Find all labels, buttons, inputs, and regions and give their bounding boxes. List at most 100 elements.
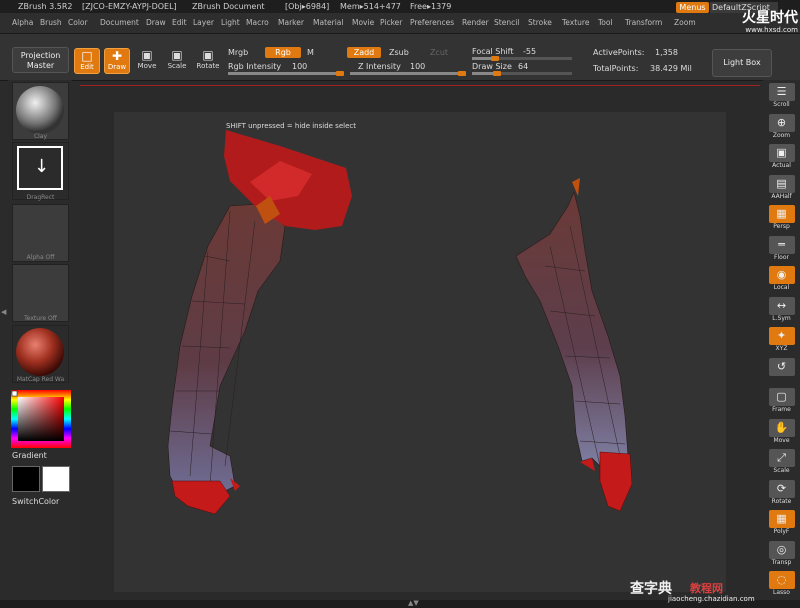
menu-light[interactable]: Light [221, 13, 240, 33]
frame-button[interactable]: ▢ Frame [766, 387, 797, 415]
aahalf-icon: ▤ [768, 174, 795, 193]
z-intensity-slider[interactable] [350, 71, 466, 76]
menu-render[interactable]: Render [462, 13, 489, 33]
menu-stroke[interactable]: Stroke [528, 13, 552, 33]
scroll-icon: ☰ [768, 83, 795, 101]
move-button[interactable]: ✋ Move [766, 418, 797, 446]
material-tile[interactable] [12, 82, 69, 140]
free-mem: Free▸1379 [410, 2, 452, 11]
rgb-intensity-value: 100 [292, 62, 308, 71]
draw-button[interactable]: ✚ Draw [104, 48, 130, 74]
document-name: ZBrush Document [192, 2, 265, 11]
menu-stencil[interactable]: Stencil [494, 13, 519, 33]
menu-document[interactable]: Document [100, 13, 139, 33]
menu-brush[interactable]: Brush [40, 13, 62, 33]
draw-size-slider[interactable] [472, 71, 572, 76]
menu-edit[interactable]: Edit [172, 13, 187, 33]
draw-size-knob[interactable] [493, 71, 501, 76]
persp-button[interactable]: ▦ Persp [766, 204, 797, 232]
gradient-label[interactable]: Gradient [12, 451, 47, 460]
stroke-tile[interactable]: ↓ [12, 142, 69, 200]
scroll-button[interactable]: ☰ Scroll [766, 82, 797, 110]
rotate-icon: ▣ [202, 48, 214, 62]
menu-transform[interactable]: Transform [625, 13, 662, 33]
active-points-label: ActivePoints: [593, 48, 645, 57]
menu-tool[interactable]: Tool [598, 13, 613, 33]
light-box-button[interactable]: Light Box [712, 49, 772, 77]
menu-texture[interactable]: Texture [562, 13, 589, 33]
transp-icon: ◎ [768, 540, 795, 559]
menu-macro[interactable]: Macro [246, 13, 269, 33]
aahalf-label: AAHalf [771, 192, 792, 200]
draw-size-label: Draw Size [472, 62, 512, 71]
hxsd-url: www.hxsd.com [745, 26, 798, 34]
menu-alpha[interactable]: Alpha [12, 13, 33, 33]
actual-icon: ▣ [768, 144, 795, 162]
transp-button[interactable]: ◎ Transp [766, 540, 797, 568]
matcap-sphere-icon [16, 328, 64, 376]
mrgb-toggle[interactable]: Mrgb [228, 48, 248, 57]
total-points-label: TotalPoints: [593, 64, 639, 73]
chazidian-logo: 查字典 [630, 581, 672, 597]
polyf-button[interactable]: ▦ PolyF [766, 509, 797, 537]
menu-color[interactable]: Color [68, 13, 88, 33]
menu-preferences[interactable]: Preferences [410, 13, 454, 33]
canvas-viewport[interactable]: SHIFT unpressed = hide inside select [80, 86, 760, 600]
menu-movie[interactable]: Movie [352, 13, 374, 33]
menu-material[interactable]: Material [313, 13, 343, 33]
l-sym-button[interactable]: ↔ L.Sym [766, 296, 797, 324]
switch-color-button[interactable]: SwitchColor [12, 497, 59, 506]
menu-marker[interactable]: Marker [278, 13, 304, 33]
actual-button[interactable]: ▣ Actual [766, 143, 797, 171]
rotate-button[interactable]: ⟳ Rotate [766, 479, 797, 507]
move-icon: ▣ [141, 48, 153, 62]
z-intensity-knob[interactable] [458, 71, 466, 76]
texture-tile[interactable] [12, 264, 69, 322]
menu-draw[interactable]: Draw [146, 13, 166, 33]
menu-zoom[interactable]: Zoom [674, 13, 696, 33]
rgb-toggle[interactable]: Rgb [265, 47, 301, 58]
focal-shift-slider[interactable] [472, 56, 572, 61]
xyz-button[interactable]: ✦ XYZ [766, 326, 797, 354]
scale-button[interactable]: ⤢ Scale [766, 448, 797, 476]
lasso-button[interactable]: ◌ Lasso [766, 570, 797, 598]
secondary-color-swatch[interactable] [42, 466, 70, 492]
floor-button[interactable]: ═ Floor [766, 235, 797, 263]
primary-color-swatch[interactable] [12, 466, 40, 492]
actual-label: Actual [772, 162, 791, 169]
aahalf-button[interactable]: ▤ AAHalf [766, 174, 797, 202]
color-picker[interactable] [11, 390, 71, 448]
move-label: Move [773, 436, 790, 444]
zadd-toggle[interactable]: Zadd [347, 47, 381, 58]
lasso-icon: ◌ [768, 571, 795, 589]
menu-picker[interactable]: Picker [380, 13, 402, 33]
l-sym-label: L.Sym [772, 314, 791, 322]
local-button[interactable]: ◉ Local [766, 265, 797, 293]
scale-button[interactable]: ▣ Scale [164, 48, 190, 74]
rotate-y-button[interactable]: ↺ [766, 357, 797, 385]
zcut-toggle[interactable]: Zcut [424, 47, 454, 58]
app-version: ZBrush 3.5R2 [18, 2, 73, 11]
edit-button[interactable]: □ Edit [74, 48, 100, 74]
rgb-intensity-knob[interactable] [336, 71, 344, 76]
rotate-y-icon: ↺ [768, 357, 795, 376]
rgb-intensity-slider[interactable] [228, 71, 344, 76]
draw-size-value: 64 [518, 62, 529, 71]
matcap-tile[interactable] [12, 325, 69, 383]
scroll-label: Scroll [773, 101, 790, 108]
chazidian-tag: 教程网 [690, 582, 723, 595]
left-collapse-icon[interactable]: ◀ [1, 308, 6, 316]
zsub-toggle[interactable]: Zsub [389, 48, 409, 57]
menu-layer[interactable]: Layer [193, 13, 214, 33]
m-toggle[interactable]: M [307, 48, 314, 57]
persp-label: Persp [773, 223, 790, 230]
mem-usage: Mem▸514+477 [340, 2, 401, 11]
rotate-label: Rotate [771, 497, 792, 505]
zoom-label: Zoom [772, 131, 791, 139]
projection-master-button[interactable]: Projection Master [12, 47, 69, 73]
focal-shift-knob[interactable] [490, 56, 499, 61]
bottom-collapse-icon[interactable]: ▲▼ [408, 599, 419, 607]
zoom-button[interactable]: ⊕ Zoom [766, 113, 797, 141]
move-button[interactable]: ▣ Move [134, 48, 160, 74]
rotate-button[interactable]: ▣ Rotate [195, 48, 221, 74]
